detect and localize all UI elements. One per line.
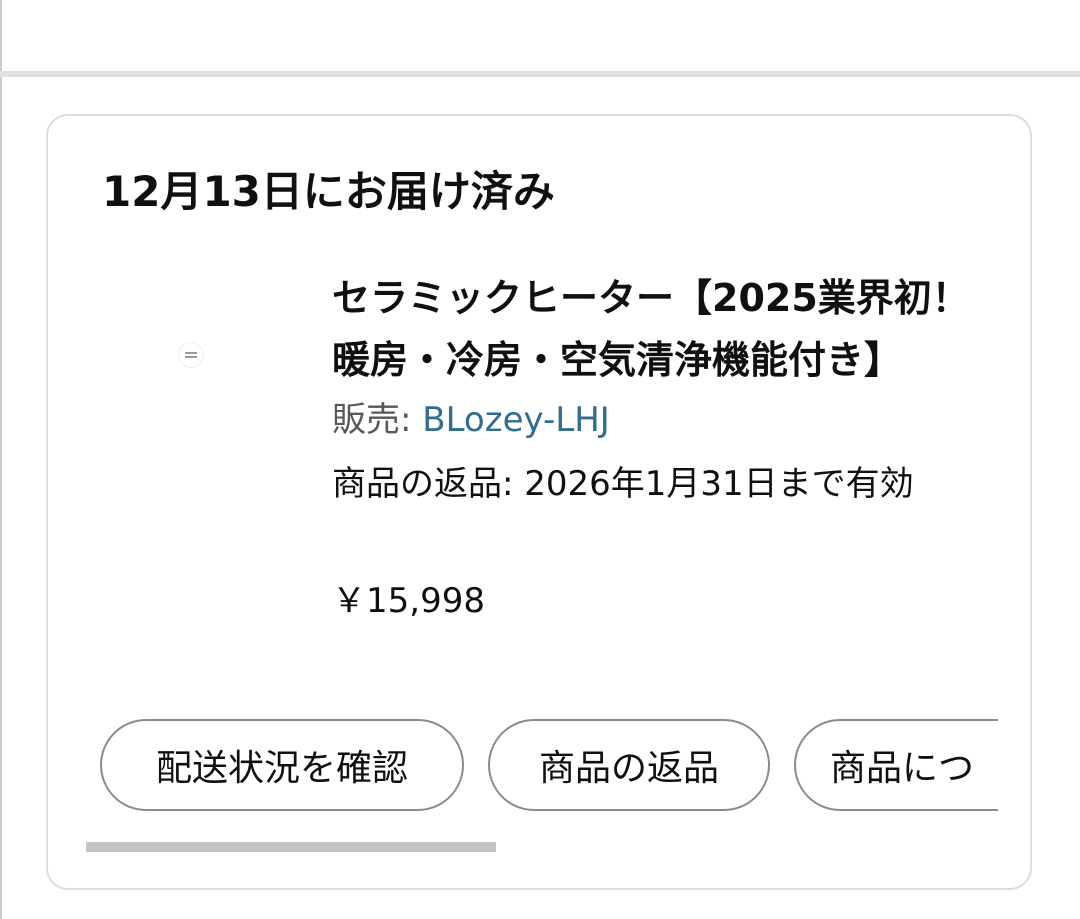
seller-link[interactable]: BLozey-LHJ <box>422 400 610 440</box>
thumbnail-line <box>185 356 197 358</box>
return-policy-text: 商品の返品: 2026年1月31日まで有効 <box>332 464 914 504</box>
product-title-link[interactable]: セラミックヒーター【2025業界初！暖房・冷房・空気清浄機能付き】 <box>332 267 988 391</box>
delivery-status-heading: 12月13日にお届け済み <box>102 167 555 216</box>
product-question-button[interactable]: 商品につ <box>794 719 998 811</box>
thumbnail-line <box>185 352 197 354</box>
section-divider <box>0 71 1080 77</box>
product-price: ￥15,998 <box>332 581 485 621</box>
product-thumbnail[interactable] <box>178 342 204 368</box>
seller-line: 販売: BLozey-LHJ <box>332 396 610 444</box>
action-buttons-row[interactable]: 配送状況を確認 商品の返品 商品につ <box>100 719 998 815</box>
seller-label: 販売: <box>332 400 423 440</box>
window-left-edge <box>0 0 2 919</box>
track-package-button[interactable]: 配送状況を確認 <box>100 719 464 811</box>
horizontal-scrollbar[interactable] <box>86 842 496 852</box>
return-item-button[interactable]: 商品の返品 <box>488 719 770 811</box>
order-card: 12月13日にお届け済み セラミックヒーター【2025業界初！暖房・冷房・空気清… <box>46 114 1032 890</box>
